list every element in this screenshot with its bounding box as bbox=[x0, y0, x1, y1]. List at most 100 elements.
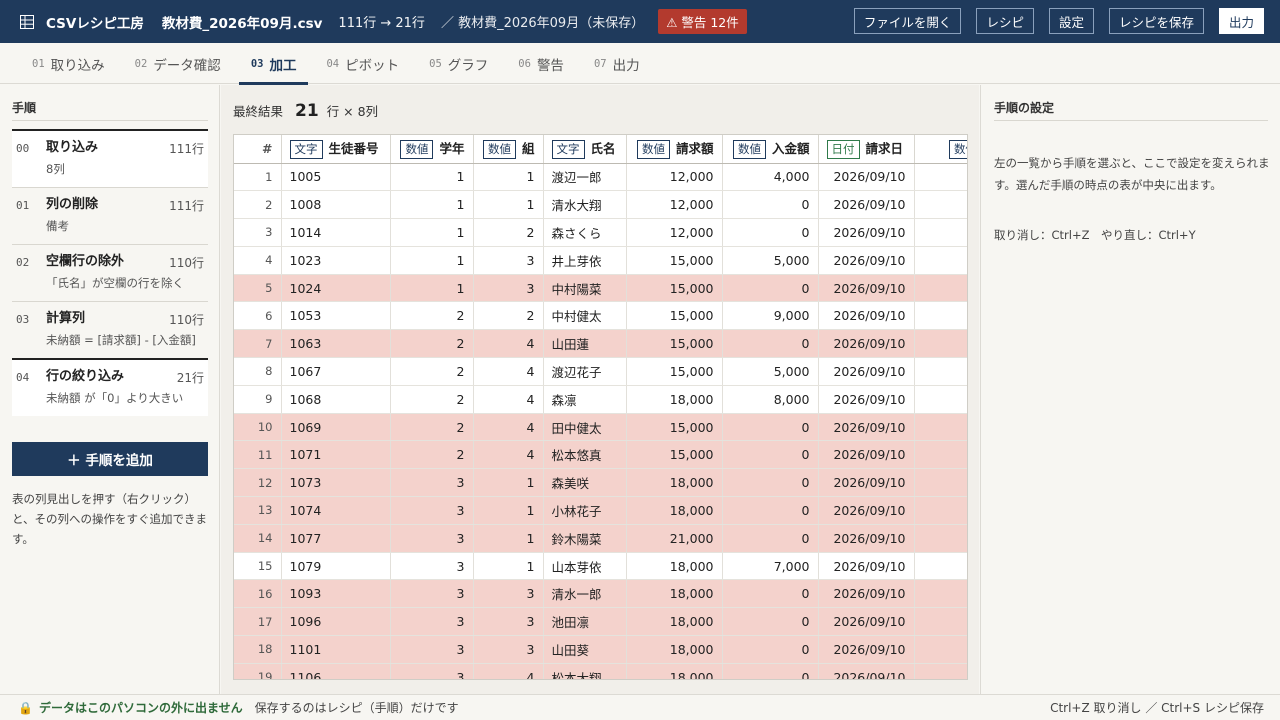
table-cell: 1063 bbox=[281, 329, 391, 359]
column-header[interactable]: 数値未納額 bbox=[914, 135, 967, 164]
table-cell: 3 bbox=[390, 552, 474, 581]
add-step-button[interactable]: ＋ 手順を追加 bbox=[12, 442, 208, 476]
table-cell: 2 bbox=[473, 218, 544, 247]
table-cell: 10,000 bbox=[914, 246, 967, 275]
tab-label: 警告 bbox=[536, 57, 564, 74]
column-header[interactable]: 数値 学年 bbox=[390, 135, 474, 164]
column-header[interactable]: 数値 入金額 bbox=[722, 135, 819, 164]
table-row[interactable]: 15107931山本芽依18,0007,0002026/09/1011,000 bbox=[234, 552, 967, 581]
table-row[interactable]: 3101412森さくら12,00002026/09/1012,000 bbox=[234, 218, 967, 247]
table-cell: 3 bbox=[390, 635, 474, 664]
export-button[interactable]: 出力 bbox=[1218, 8, 1264, 34]
tab-output[interactable]: 07 出力 bbox=[582, 43, 652, 84]
row-number: 18 bbox=[234, 635, 282, 664]
table-cell: 2026/09/10 bbox=[818, 468, 915, 498]
table-row[interactable]: 6105322中村健太15,0009,0002026/09/106,000 bbox=[234, 301, 967, 331]
table-row[interactable]: 12107331森美咲18,00002026/09/1018,000 bbox=[234, 468, 967, 498]
save-recipe-button[interactable]: レシピを保存 bbox=[1108, 8, 1204, 34]
table-row[interactable]: 4102313井上芽依15,0005,0002026/09/1010,000 bbox=[234, 246, 967, 275]
table-cell: 1023 bbox=[281, 246, 391, 275]
table-cell: 18,000 bbox=[914, 468, 967, 498]
table-cell: 7,000 bbox=[722, 552, 819, 581]
table-cell: 18,000 bbox=[626, 635, 723, 664]
table-cell: 3 bbox=[473, 274, 544, 303]
table-cell: 2026/09/10 bbox=[818, 301, 915, 331]
step-count: 110行 bbox=[169, 256, 204, 270]
table-cell: 21,000 bbox=[626, 524, 723, 553]
settings-button[interactable]: 設定 bbox=[1048, 8, 1094, 34]
tab-process[interactable]: 03 加工 bbox=[238, 43, 309, 85]
table-body: 1100511渡辺一郎12,0004,0002026/09/108,000210… bbox=[234, 163, 967, 679]
table-cell: 0 bbox=[722, 329, 819, 359]
table-cell: 3 bbox=[390, 524, 474, 553]
table-row[interactable]: 11107124松本悠真15,00002026/09/1015,000 bbox=[234, 440, 967, 470]
column-header[interactable]: 文字 生徒番号 bbox=[281, 135, 391, 164]
tab-label: 取り込み bbox=[50, 57, 105, 74]
table-cell: 山田蓮 bbox=[543, 329, 627, 359]
column-type-tag: 数値 bbox=[482, 140, 516, 160]
result-count: 21 bbox=[295, 101, 319, 121]
tab-data-check[interactable]: 02 データ確認 bbox=[123, 43, 233, 84]
table-row[interactable]: 14107731鈴木陽菜21,00002026/09/1021,000 bbox=[234, 524, 967, 553]
data-table-viewport[interactable]: #文字生徒番号数値学年数値組文字氏名数値請求額数値入金額日付請求日数値未納額 1… bbox=[233, 134, 968, 680]
tab-label: データ確認 bbox=[153, 57, 221, 74]
column-header[interactable]: 数値組 bbox=[473, 135, 544, 164]
table-row[interactable]: 17109633池田凛18,00002026/09/1018,000 bbox=[234, 607, 967, 637]
open-file-button[interactable]: ファイルを開く bbox=[853, 8, 962, 34]
table-cell: 9,000 bbox=[722, 301, 819, 331]
tab-graph[interactable]: 05 グラフ bbox=[417, 43, 500, 84]
row-number: 14 bbox=[234, 524, 282, 553]
table-cell: 3 bbox=[473, 607, 544, 637]
table-cell: 18,000 bbox=[626, 385, 723, 414]
column-name: 氏名 bbox=[590, 141, 616, 157]
column-header[interactable]: 文字 氏名 bbox=[543, 135, 627, 164]
column-header[interactable]: 日付 請求日 bbox=[818, 135, 915, 164]
table-row[interactable]: 13107431小林花子18,00002026/09/1018,000 bbox=[234, 496, 967, 525]
table-row[interactable]: 2100811清水大翔12,00002026/09/1012,000 bbox=[234, 190, 967, 220]
tab-pivot[interactable]: 04 ピボット bbox=[314, 43, 411, 84]
table-row[interactable]: 9106824森凛18,0008,0002026/09/1010,000 bbox=[234, 385, 967, 414]
tab-label: グラフ bbox=[447, 57, 489, 74]
table-cell: 1 bbox=[390, 246, 474, 275]
table-cell: 12,000 bbox=[626, 163, 723, 192]
table-row[interactable]: 1100511渡辺一郎12,0004,0002026/09/108,000 bbox=[234, 163, 967, 192]
recipe-button[interactable]: レシピ bbox=[976, 8, 1034, 34]
column-header[interactable]: 数値 請求額 bbox=[626, 135, 723, 164]
table-row[interactable]: 7106324山田蓮15,00002026/09/1015,000 bbox=[234, 329, 967, 359]
table-cell: 渡辺花子 bbox=[543, 357, 627, 386]
tab-import[interactable]: 01 取り込み bbox=[20, 43, 117, 84]
table-cell: 松本悠真 bbox=[543, 440, 627, 470]
table-cell: 1 bbox=[390, 190, 474, 220]
table-row[interactable]: 5102413中村陽菜15,00002026/09/1015,000 bbox=[234, 274, 967, 303]
table-row[interactable]: 18110133山田葵18,00002026/09/1018,000 bbox=[234, 635, 967, 664]
table-cell: 15,000 bbox=[914, 274, 967, 303]
table-cell: 2 bbox=[473, 301, 544, 331]
table-row[interactable]: 10106924田中健太15,00002026/09/1015,000 bbox=[234, 413, 967, 442]
table-cell: 5,000 bbox=[722, 246, 819, 275]
table-cell: 1 bbox=[390, 274, 474, 303]
row-number: 8 bbox=[234, 357, 282, 386]
table-cell: 0 bbox=[722, 607, 819, 637]
table-cell: 1 bbox=[473, 524, 544, 553]
table-cell: 2026/09/10 bbox=[818, 274, 915, 303]
step-item-filter-rows[interactable]: 04 行の絞り込み 未納額 が「0」より大きい 21行 bbox=[12, 358, 208, 416]
row-number: 17 bbox=[234, 607, 282, 637]
warning-badge[interactable]: ⚠ 警告 12件 bbox=[658, 9, 747, 34]
step-num: 01 bbox=[16, 199, 30, 212]
table-cell: 8,000 bbox=[914, 163, 967, 192]
tab-warnings[interactable]: 06 警告 bbox=[506, 43, 576, 84]
table-row[interactable]: 19110634松本大翔18,00002026/09/1018,000 bbox=[234, 663, 967, 679]
table-cell: 井上芽依 bbox=[543, 246, 627, 275]
table-row[interactable]: 8106724渡辺花子15,0005,0002026/09/1010,000 bbox=[234, 357, 967, 386]
step-item-import[interactable]: 00 取り込み 8列 111行 bbox=[12, 129, 208, 187]
step-item-exclude-blank[interactable]: 02 空欄行の除外 「氏名」が空欄の行を除く 110行 bbox=[12, 244, 208, 301]
table-cell: 3 bbox=[390, 663, 474, 679]
table-row[interactable]: 16109333清水一郎18,00002026/09/1018,000 bbox=[234, 579, 967, 609]
app-name: CSVレシピ工房 bbox=[46, 15, 144, 32]
table-cell: 清水一郎 bbox=[543, 579, 627, 609]
step-item-calc-column[interactable]: 03 計算列 未納額 = [請求額] - [入金額] 110行 bbox=[12, 301, 208, 358]
table-cell: 21,000 bbox=[914, 524, 967, 553]
step-item-delete-column[interactable]: 01 列の削除 備考 111行 bbox=[12, 187, 208, 244]
row-number: 11 bbox=[234, 440, 282, 470]
table-cell: 15,000 bbox=[626, 440, 723, 470]
